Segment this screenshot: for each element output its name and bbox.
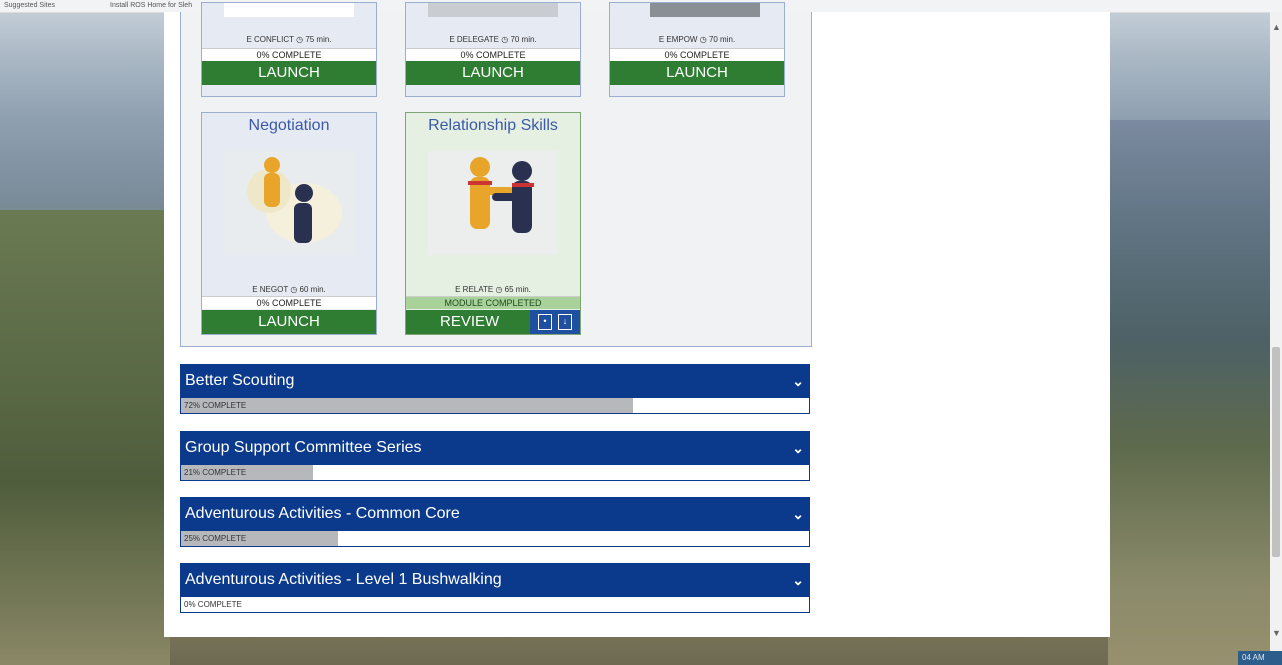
module-completed-badge: MODULE COMPLETED — [406, 296, 580, 309]
module-progress: 0% COMPLETE — [406, 48, 580, 61]
launch-button[interactable]: LAUNCH — [610, 61, 784, 85]
background-hill-right — [1108, 120, 1282, 665]
module-progress: 0% COMPLETE — [202, 296, 376, 309]
module-image — [428, 151, 558, 255]
course-progress-bar: 21% COMPLETE — [180, 465, 810, 481]
progress-label: 72% COMPLETE — [184, 401, 247, 410]
module-meta: E NEGOT ◷ 60 min. — [252, 285, 326, 294]
module-meta: E RELATE ◷ 65 min. — [455, 285, 531, 294]
bookmark-install-ros[interactable]: Install ROS Home for Sleh — [110, 0, 192, 12]
module-image — [428, 3, 558, 17]
course-header[interactable]: Adventurous Activities - Level 1 Bushwal… — [180, 563, 810, 597]
course-title: Better Scouting — [185, 372, 295, 389]
launch-button[interactable]: LAUNCH — [406, 61, 580, 85]
module-meta: E CONFLICT ◷ 75 min. — [246, 35, 332, 44]
clock-icon: ◷ — [296, 35, 304, 44]
progress-label: 0% COMPLETE — [184, 600, 242, 609]
bookmark-suggested-sites[interactable]: Suggested Sites — [4, 0, 55, 12]
page-scrollbar[interactable]: ▲ ▼ — [1270, 12, 1282, 652]
course-header[interactable]: Group Support Committee Series ⌄ — [180, 431, 810, 465]
review-button[interactable]: REVIEW • ↓ — [406, 310, 580, 334]
launch-button[interactable]: LAUNCH — [202, 310, 376, 334]
module-card-conflict: E CONFLICT ◷ 75 min. 0% COMPLETE LAUNCH — [201, 2, 377, 97]
progress-fill — [181, 398, 634, 413]
module-card-empow: E EMPOW ◷ 70 min. 0% COMPLETE LAUNCH — [609, 2, 785, 97]
pdf-icon[interactable]: • — [538, 314, 552, 330]
course-title: Group Support Committee Series — [185, 439, 422, 456]
clock-icon: ◷ — [495, 285, 503, 294]
launch-button[interactable]: LAUNCH — [202, 61, 376, 85]
course-header[interactable]: Adventurous Activities - Common Core ⌄ — [180, 497, 810, 531]
clock-icon: ◷ — [501, 35, 509, 44]
clock-icon: ◷ — [699, 35, 707, 44]
course-title: Adventurous Activities - Common Core — [185, 505, 460, 522]
course-adventurous-common-core: Adventurous Activities - Common Core ⌄ 2… — [180, 497, 810, 547]
module-card-relationship: Relationship Skills E RELATE ◷ 65 min. M… — [405, 112, 581, 335]
scroll-down-icon[interactable]: ▼ — [1272, 628, 1281, 638]
course-group-support: Group Support Committee Series ⌄ 21% COM… — [180, 431, 810, 481]
main-panel: E CONFLICT ◷ 75 min. 0% COMPLETE LAUNCH … — [164, 2, 1110, 637]
module-image — [650, 3, 760, 17]
course-progress-bar: 25% COMPLETE — [180, 531, 810, 547]
background-hill-left — [0, 210, 170, 665]
module-title: Relationship Skills — [428, 117, 558, 134]
review-label: REVIEW — [440, 313, 500, 330]
course-header[interactable]: Better Scouting ⌄ — [180, 364, 810, 398]
course-better-scouting: Better Scouting ⌄ 72% COMPLETE — [180, 364, 810, 414]
module-actions: • ↓ — [530, 310, 580, 334]
clock-icon: ◷ — [290, 285, 298, 294]
course-adventurous-bushwalking: Adventurous Activities - Level 1 Bushwal… — [180, 563, 810, 613]
progress-label: 25% COMPLETE — [184, 534, 247, 543]
chevron-down-icon[interactable]: ⌄ — [792, 431, 804, 465]
modules-container: E CONFLICT ◷ 75 min. 0% COMPLETE LAUNCH … — [180, 2, 812, 347]
module-image — [224, 3, 354, 17]
module-title: Negotiation — [248, 117, 330, 134]
course-title: Adventurous Activities - Level 1 Bushwal… — [185, 571, 502, 588]
scrollbar-thumb[interactable] — [1272, 347, 1280, 557]
chevron-down-icon[interactable]: ⌄ — [792, 563, 804, 597]
chevron-down-icon[interactable]: ⌄ — [792, 364, 804, 398]
module-card-negotiation: Negotiation E NEGOT ◷ 60 min. 0% COMPLET… — [201, 112, 377, 335]
taskbar-clock: 04 AM — [1238, 651, 1282, 665]
module-meta: E DELEGATE ◷ 70 min. — [449, 35, 537, 44]
chevron-down-icon[interactable]: ⌄ — [792, 497, 804, 531]
certificate-icon[interactable]: ↓ — [558, 314, 572, 330]
module-progress: 0% COMPLETE — [202, 48, 376, 61]
module-card-delegate: E DELEGATE ◷ 70 min. 0% COMPLETE LAUNCH — [405, 2, 581, 97]
module-meta: E EMPOW ◷ 70 min. — [658, 35, 736, 44]
module-image — [224, 151, 354, 255]
progress-label: 21% COMPLETE — [184, 468, 247, 477]
module-progress: 0% COMPLETE — [610, 48, 784, 61]
course-progress-bar: 72% COMPLETE — [180, 398, 810, 414]
course-progress-bar: 0% COMPLETE — [180, 597, 810, 613]
scroll-up-icon[interactable]: ▲ — [1272, 22, 1281, 32]
